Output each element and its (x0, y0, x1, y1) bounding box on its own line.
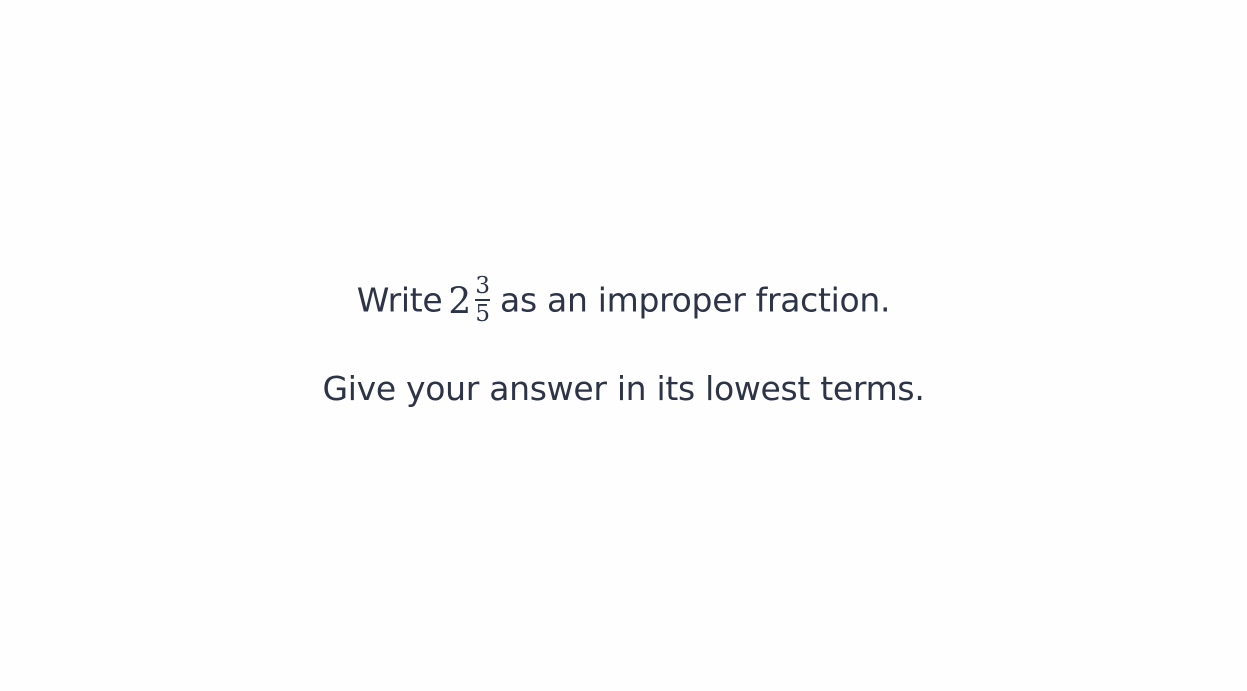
mixed-number: 235 (448, 273, 491, 328)
fraction: 35 (475, 273, 491, 327)
question-text: Write 2 3 5 as an improper fraction. (0, 273, 1247, 328)
question-prefix: Write (356, 280, 443, 320)
fraction-numerator: 3 (475, 273, 490, 299)
fraction-denominator: 5 (475, 300, 490, 327)
mixed-number-whole: 2 (448, 281, 472, 323)
question-suffix: as an improper fraction. (500, 280, 891, 320)
instruction-text: Give your answer in its lowest terms. (322, 369, 925, 408)
